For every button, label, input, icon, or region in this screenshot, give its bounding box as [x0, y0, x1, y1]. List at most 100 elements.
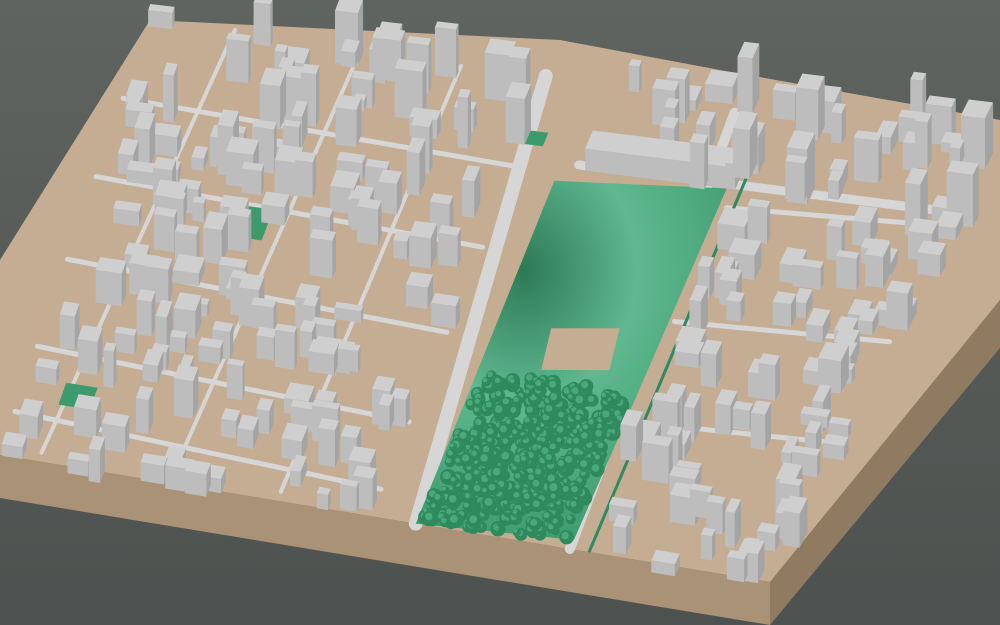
building	[700, 339, 723, 388]
building-side-face	[429, 119, 433, 174]
building-front-face	[393, 240, 407, 260]
tree-highlight	[597, 442, 604, 449]
building	[162, 62, 178, 123]
tree-highlight	[464, 473, 472, 481]
building	[960, 99, 994, 169]
building-front-face	[700, 352, 716, 388]
building-front-face	[308, 351, 334, 376]
tree-highlight	[547, 474, 555, 482]
building	[256, 397, 274, 435]
building-front-face	[162, 74, 174, 123]
building	[732, 400, 754, 431]
tree-highlight	[570, 500, 577, 507]
building-front-face	[169, 336, 185, 354]
building-front-face	[726, 556, 745, 583]
building-front-face	[461, 179, 475, 218]
building-front-face	[136, 299, 152, 337]
tree-highlight	[448, 494, 457, 503]
building	[101, 411, 130, 453]
tree-highlight	[545, 453, 552, 461]
tree-highlight	[495, 390, 502, 397]
building-front-face	[35, 365, 57, 386]
building-front-face	[828, 179, 839, 200]
tree-highlight	[550, 493, 556, 499]
building-front-face	[865, 254, 884, 289]
building	[747, 198, 771, 244]
tree-highlight	[540, 437, 546, 442]
tree-highlight	[571, 387, 579, 395]
tree-highlight	[499, 425, 507, 433]
building-front-face	[256, 335, 274, 361]
building-front-face	[772, 301, 792, 328]
tree-highlight	[528, 474, 534, 481]
building	[337, 342, 361, 373]
tree-highlight	[510, 406, 517, 413]
building-front-face	[340, 484, 357, 512]
building-front-face	[101, 423, 126, 453]
building	[886, 280, 913, 331]
building	[792, 257, 824, 290]
building	[88, 435, 105, 483]
tree-highlight	[517, 424, 522, 429]
tree-highlight	[482, 377, 488, 383]
tree-highlight	[581, 381, 589, 389]
building-front-face	[154, 214, 175, 253]
building	[184, 459, 211, 497]
building	[152, 122, 182, 158]
hill-clearing	[541, 328, 620, 371]
building-front-face	[642, 442, 669, 484]
building-front-face	[747, 205, 768, 244]
tree-highlight	[514, 473, 521, 479]
building-front-face	[406, 284, 428, 310]
building-front-face	[431, 302, 456, 329]
building-side-face	[704, 135, 709, 190]
tree-highlight	[488, 483, 496, 491]
tree-highlight	[566, 515, 572, 521]
tree-highlight	[512, 509, 518, 515]
building-front-face	[290, 470, 301, 487]
building-front-face	[914, 120, 928, 169]
building-front-face	[725, 511, 735, 549]
building-front-face	[74, 406, 97, 439]
building-front-face	[253, 2, 271, 47]
building-front-face	[88, 448, 101, 483]
building-side-face	[467, 90, 471, 149]
building	[917, 240, 947, 277]
map-viewport[interactable]	[0, 0, 1000, 625]
building	[74, 394, 101, 439]
building-side-face	[878, 133, 882, 184]
building-front-face	[340, 50, 356, 68]
building	[261, 191, 290, 226]
building	[726, 549, 748, 583]
tree-highlight	[595, 430, 602, 437]
tree-highlight	[568, 394, 573, 399]
building	[651, 549, 680, 577]
building	[19, 398, 44, 440]
building	[628, 59, 642, 93]
building	[113, 200, 142, 227]
tree-highlight	[532, 500, 540, 508]
building-side-face	[767, 201, 771, 244]
building	[259, 67, 287, 130]
tree-highlight	[523, 493, 530, 500]
building-front-face	[936, 225, 956, 241]
building-front-face	[261, 204, 285, 226]
terrain-model-canvas[interactable]	[0, 0, 1000, 625]
tree-highlight	[474, 398, 480, 404]
building-front-face	[59, 314, 75, 351]
building	[173, 364, 199, 419]
building-side-face	[242, 360, 245, 401]
building	[796, 73, 825, 141]
building	[169, 329, 188, 354]
building	[256, 326, 278, 361]
building-front-face	[438, 232, 458, 268]
tree-highlight	[464, 492, 471, 499]
building	[457, 88, 471, 149]
building-front-face	[309, 237, 333, 279]
building	[705, 69, 739, 105]
tree-highlight	[563, 478, 568, 483]
tree-highlight	[562, 485, 569, 492]
building-front-face	[203, 227, 222, 265]
building-front-face	[274, 159, 298, 197]
building	[822, 433, 849, 461]
